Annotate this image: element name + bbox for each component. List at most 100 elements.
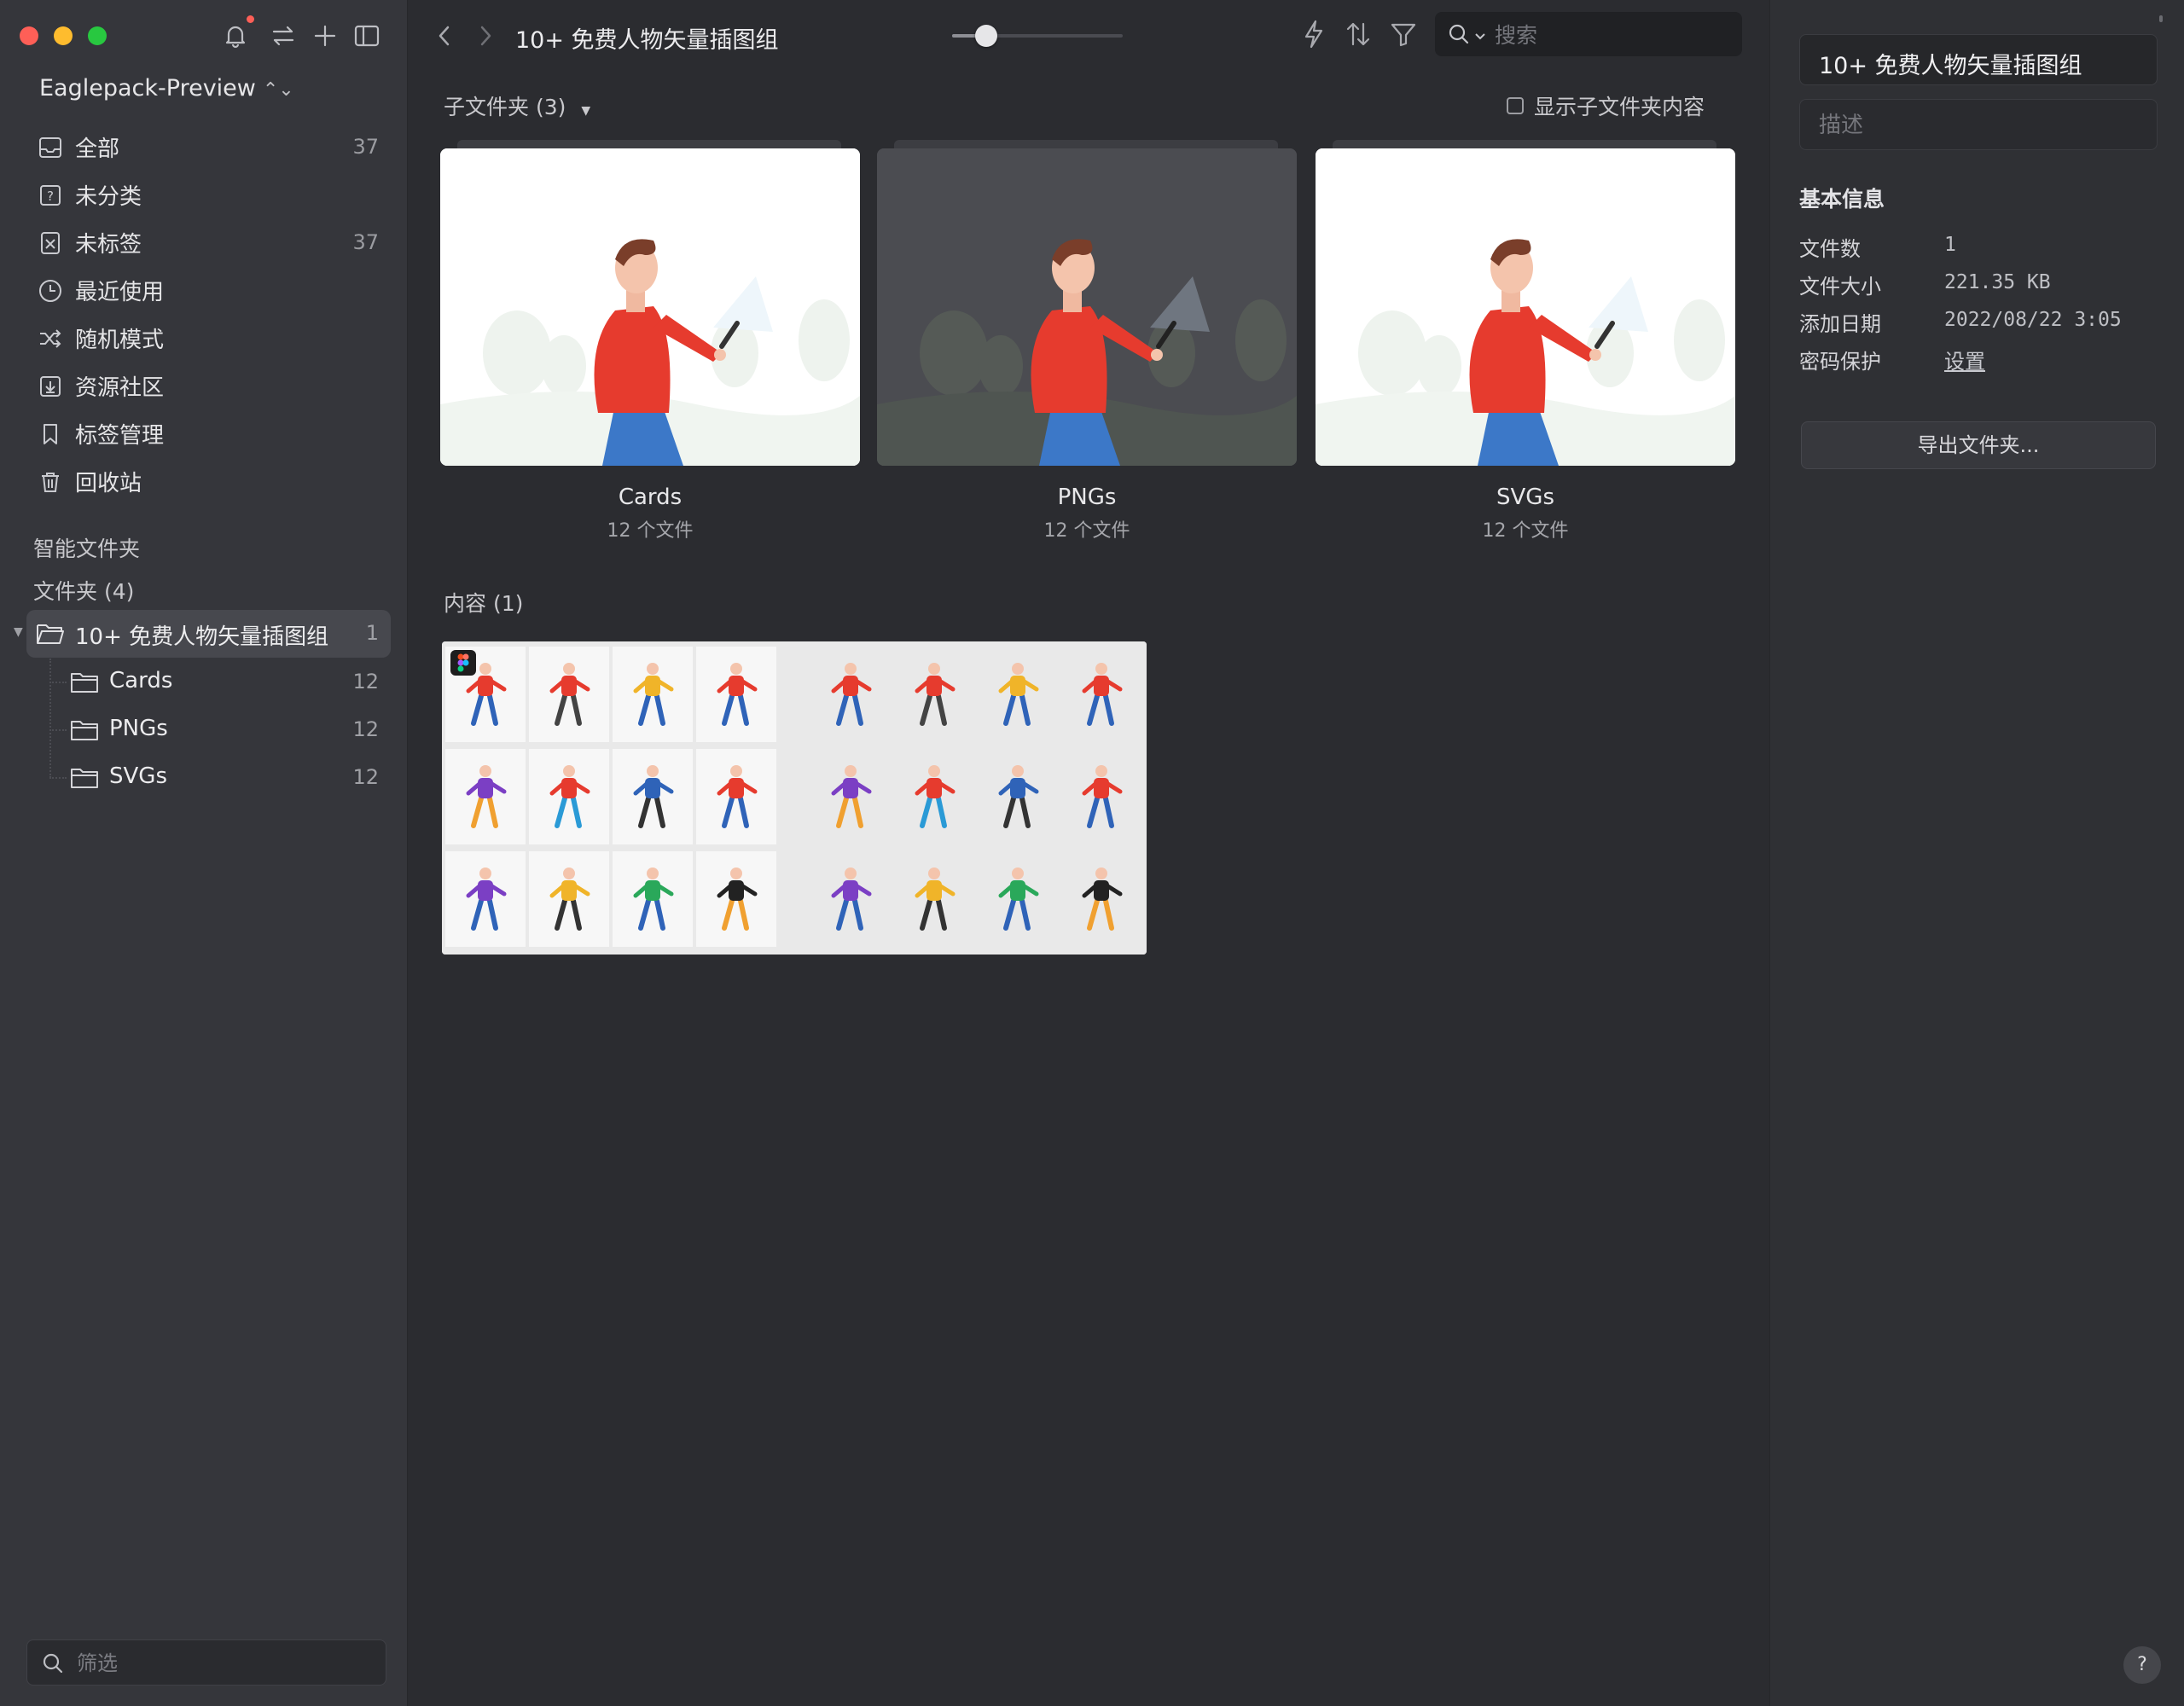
back-icon[interactable] (433, 20, 456, 55)
tree-label: 10+ 免费人物矢量插图组 (75, 624, 329, 650)
filter-box (26, 1639, 386, 1686)
subfolder-name[interactable]: PNGs (877, 485, 1297, 510)
nav-item-community[interactable]: 资源社区 (0, 362, 408, 409)
mini-figure (696, 749, 776, 844)
subfolders-header[interactable]: 子文件夹 (3) ▼ (444, 90, 590, 121)
sync-icon[interactable] (266, 19, 300, 53)
mini-figure (696, 851, 776, 947)
tag-off-icon (38, 230, 63, 256)
nav-label: 随机模式 (75, 327, 165, 353)
tree-folder-cards[interactable]: Cards 12 (0, 659, 408, 706)
question-square-icon: ? (38, 183, 63, 208)
shuffle-icon (38, 326, 63, 351)
nav-item-recent[interactable]: 最近使用 (0, 266, 408, 314)
slider-knob[interactable] (975, 25, 997, 47)
tree-label: PNGs (109, 716, 168, 741)
figma-icon (450, 650, 476, 676)
info-row-date-added: 添加日期 2022/08/22 3:05 (1799, 307, 2158, 341)
tree-folder-pngs[interactable]: PNGs 12 (0, 706, 408, 754)
mini-figure (445, 851, 526, 947)
folders-label[interactable]: 文件夹 (4) (33, 575, 134, 606)
inbox-icon (38, 135, 63, 160)
tree-count: 12 (352, 717, 379, 741)
subfolder-count: 12 个文件 (1482, 520, 1569, 542)
chevron-down-icon[interactable] (1474, 29, 1486, 45)
library-name: Eaglepack-Preview (39, 75, 256, 102)
mini-figure (696, 647, 776, 742)
nav-item-all[interactable]: 全部 37 (0, 123, 408, 171)
info-label: 密码保护 (1799, 350, 1881, 374)
tree-label: Cards (109, 668, 173, 693)
mini-figure (529, 647, 609, 742)
nav-count: 37 (352, 135, 379, 159)
content-header: 内容 (1) (444, 591, 524, 616)
nav-label: 未标签 (75, 231, 142, 258)
minimize-window-button[interactable] (54, 26, 73, 45)
thumbnail-size-slider[interactable] (952, 25, 1123, 47)
tree-count: 12 (352, 765, 379, 789)
nav-item-untagged[interactable]: 未标签 37 (0, 218, 408, 266)
person-illustration (1316, 148, 1735, 466)
filter-input[interactable] (75, 1640, 377, 1686)
zoom-window-button[interactable] (88, 26, 107, 45)
nav-label: 标签管理 (75, 422, 165, 449)
nav-label: 未分类 (75, 183, 142, 210)
subfolder-name[interactable]: SVGs (1316, 485, 1735, 510)
mini-figure (613, 851, 693, 947)
mini-figure (529, 749, 609, 844)
library-switcher[interactable]: Eaglepack-Preview ⌃⌄ (39, 75, 294, 102)
tree-folder-root[interactable]: 10+ 免费人物矢量插图组 1 (0, 610, 408, 658)
filter-funnel-icon[interactable] (1388, 17, 1419, 55)
info-label: 添加日期 (1799, 312, 1881, 336)
info-value: 1 (1944, 234, 1956, 256)
subfolder-card-svgs[interactable] (1316, 148, 1735, 466)
smart-folders-label[interactable]: 智能文件夹 (33, 532, 140, 563)
nav-count: 37 (352, 230, 379, 254)
subfolder-count: 12 个文件 (607, 520, 694, 542)
description-field (1799, 99, 2158, 151)
nav-item-uncategorized[interactable]: ? 未分类 (0, 171, 408, 218)
export-folder-button[interactable]: 导出文件夹... (1801, 421, 2156, 469)
info-row-file-size: 文件大小 221.35 KB (1799, 270, 2158, 304)
info-value: 2022/08/22 3:05 (1944, 309, 2122, 331)
forward-icon[interactable] (474, 20, 497, 55)
basic-info-title: 基本信息 (1799, 187, 1885, 212)
folder-icon (70, 717, 99, 743)
subfolder-name[interactable]: Cards (440, 485, 860, 510)
folder-icon (70, 765, 99, 791)
lightning-icon[interactable] (1298, 17, 1329, 55)
bell-icon[interactable] (218, 19, 253, 53)
search-icon (41, 1651, 65, 1679)
add-icon[interactable] (308, 19, 342, 53)
close-window-button[interactable] (20, 26, 38, 45)
info-row-file-count: 文件数 1 (1799, 232, 2158, 266)
sidebar: Eaglepack-Preview ⌃⌄ 全部 37 ? 未分类 未标签 37 最… (0, 0, 408, 1706)
illustration-pack-preview (442, 641, 1147, 955)
checkbox[interactable] (1507, 97, 1524, 114)
info-row-password: 密码保护 设置 (1799, 345, 2158, 379)
set-password-link[interactable]: 设置 (1944, 345, 1985, 374)
subfolder-count: 12 个文件 (1043, 520, 1130, 542)
nav-list: 全部 37 ? 未分类 未标签 37 最近使用 随机模式 资源社区 标签管理 回… (0, 123, 408, 505)
toggle-sidebar-icon[interactable] (350, 19, 384, 53)
sort-icon[interactable] (1343, 17, 1374, 55)
folder-name-field[interactable]: 10+ 免费人物矢量插图组 (1799, 34, 2158, 85)
nav-label: 最近使用 (75, 279, 165, 305)
description-input[interactable] (1817, 100, 2145, 151)
nav-item-trash[interactable]: 回收站 (0, 457, 408, 505)
content-item-thumbnail[interactable] (442, 641, 1147, 955)
person-illustration (877, 148, 1297, 466)
tree-count: 12 (352, 670, 379, 693)
show-subfolder-content-label: 显示子文件夹内容 (1534, 95, 1705, 119)
tree-folder-svgs[interactable]: SVGs 12 (0, 754, 408, 802)
tree-count: 1 (365, 621, 379, 645)
nav-item-random[interactable]: 随机模式 (0, 314, 408, 362)
search-input[interactable] (1493, 12, 1735, 58)
help-button[interactable]: ? (2123, 1646, 2161, 1684)
info-label: 文件数 (1799, 237, 1861, 261)
show-subfolder-content-toggle[interactable]: 显示子文件夹内容 (1507, 90, 1705, 121)
subfolder-card-pngs[interactable] (877, 148, 1297, 466)
nav-label: 资源社区 (75, 374, 165, 401)
nav-item-tag-manager[interactable]: 标签管理 (0, 409, 408, 457)
subfolder-card-cards[interactable] (440, 148, 860, 466)
